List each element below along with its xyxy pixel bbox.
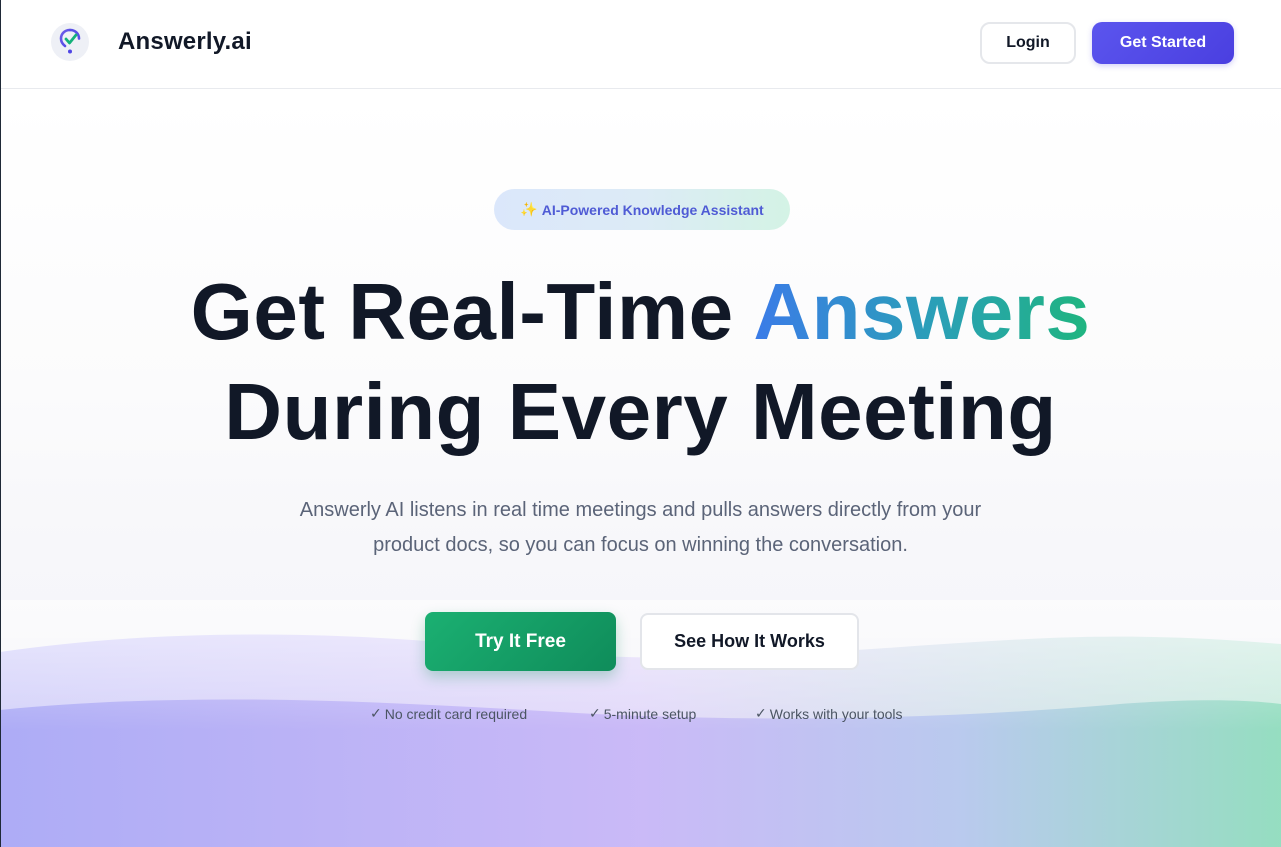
perk-no-credit-card: ✓ No credit card required: [370, 705, 527, 722]
checkmark-icon: ✓: [589, 705, 601, 721]
perk-tools: ✓ Works with your tools: [755, 705, 903, 722]
headline-accent: Answers: [753, 267, 1091, 356]
top-nav: Answerly.ai Login Get Started: [0, 0, 1281, 89]
location-pin-check-icon: [59, 28, 81, 54]
try-it-free-button[interactable]: Try It Free: [425, 612, 616, 671]
badge-label: AI-Powered Knowledge Assistant: [541, 201, 764, 218]
perk-label: Works with your tools: [769, 705, 903, 722]
headline-prefix: Get Real-Time: [190, 267, 754, 356]
brand-name[interactable]: Answerly.ai: [118, 28, 252, 56]
ai-badge: ✨ AI-Powered Knowledge Assistant: [494, 189, 790, 230]
logo[interactable]: [51, 23, 89, 61]
perk-setup: ✓ 5-minute setup: [589, 705, 696, 722]
hero-headline-line1: Get Real-Time Answers: [0, 262, 1281, 362]
login-button[interactable]: Login: [980, 22, 1076, 64]
sparkles-icon: ✨: [520, 201, 538, 217]
checkmark-icon: ✓: [370, 705, 382, 721]
get-started-button[interactable]: Get Started: [1092, 22, 1234, 64]
subtitle-line2: product docs, so you can focus on winnin…: [373, 534, 908, 556]
see-how-it-works-button[interactable]: See How It Works: [640, 613, 859, 670]
perk-label: 5-minute setup: [603, 705, 697, 722]
checkmark-icon: ✓: [755, 705, 767, 721]
subtitle-line1: Answerly AI listens in real time meeting…: [299, 499, 982, 521]
hero-headline-line2: During Every Meeting: [224, 367, 1057, 456]
perk-label: No credit card required: [384, 705, 528, 722]
hero-subtitle: Answerly AI listens in real time meeting…: [240, 493, 1041, 563]
page-edge: [0, 0, 1, 847]
